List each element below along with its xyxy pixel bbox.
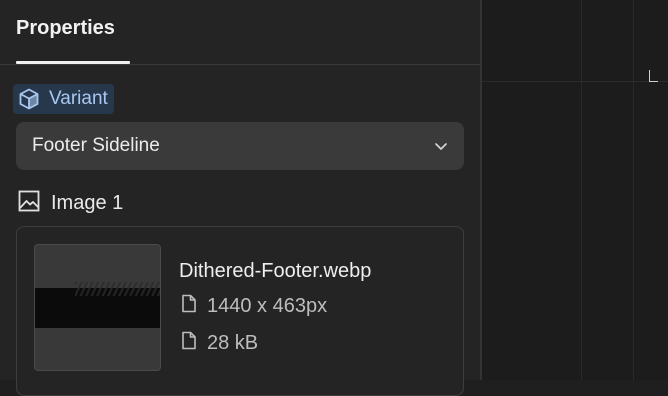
design-canvas[interactable] xyxy=(482,0,668,380)
properties-panel: Properties Variant Footer Sideline Image… xyxy=(0,0,480,396)
image-section-header: Image 1 xyxy=(17,189,123,218)
variant-select-value: Footer Sideline xyxy=(32,135,160,156)
tab-properties[interactable]: Properties xyxy=(16,17,115,40)
canvas-guide-horizontal xyxy=(482,81,668,82)
file-icon xyxy=(181,331,197,355)
variant-label: Variant xyxy=(49,88,108,109)
file-dimensions: 1440 x 463px xyxy=(207,294,328,317)
image-thumbnail[interactable] xyxy=(34,244,161,371)
image-icon xyxy=(17,189,41,218)
cube-icon xyxy=(17,87,41,111)
file-dimensions-row: 1440 x 463px xyxy=(181,294,327,318)
file-name: Dithered-Footer.webp xyxy=(179,260,372,282)
thumbnail-dither-texture xyxy=(75,282,160,296)
frame-corner-marker xyxy=(649,70,658,82)
file-size: 28 kB xyxy=(207,331,259,354)
tab-divider xyxy=(0,64,480,65)
chevron-down-icon xyxy=(434,142,448,151)
image-section-title: Image 1 xyxy=(51,192,124,214)
file-icon xyxy=(181,294,197,318)
canvas-guide-vertical xyxy=(633,0,634,380)
variant-label-chip: Variant xyxy=(13,84,114,114)
variant-select[interactable]: Footer Sideline xyxy=(16,122,464,170)
canvas-guide-vertical xyxy=(581,0,582,380)
image-file-card[interactable]: Dithered-Footer.webp 1440 x 463px 28 kB xyxy=(16,226,464,396)
file-size-row: 28 kB xyxy=(181,331,258,355)
